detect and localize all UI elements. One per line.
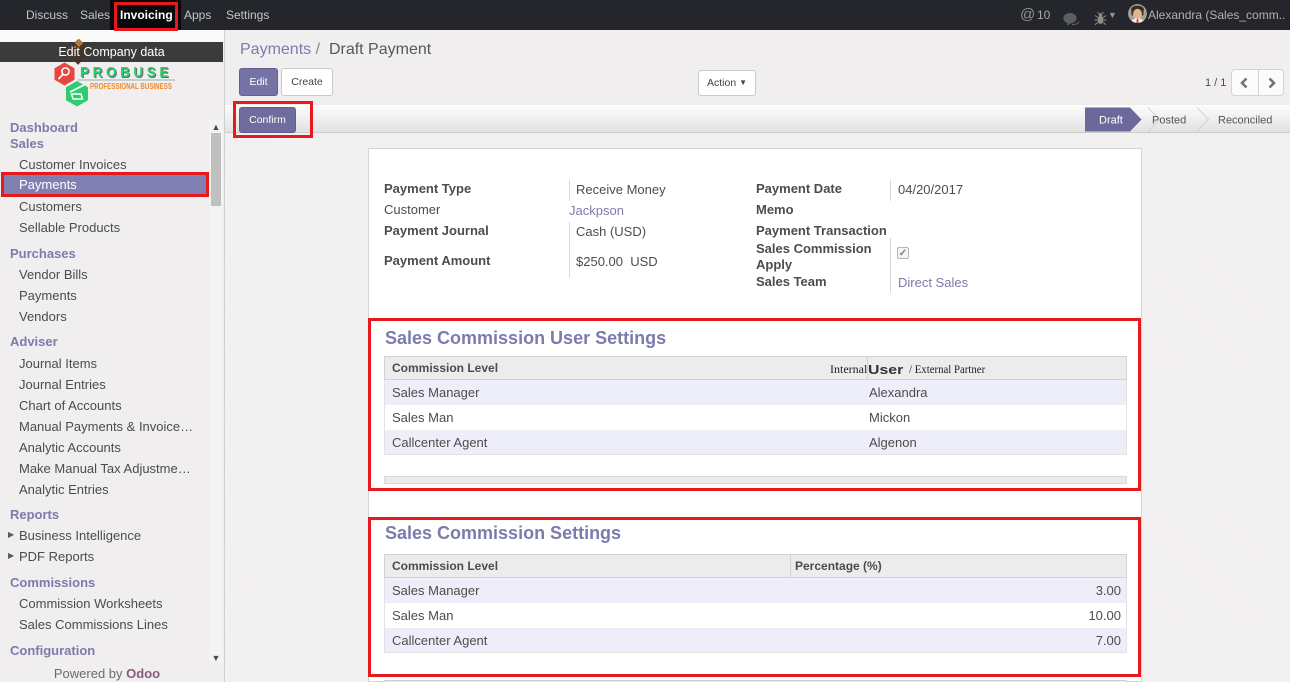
svg-text:Posted: Posted [1152, 115, 1186, 127]
svg-text:Reconciled: Reconciled [1218, 115, 1272, 127]
svg-text:PROFESSIONAL BUSINESS: PROFESSIONAL BUSINESS [90, 82, 173, 91]
svg-text:Draft: Draft [1099, 115, 1123, 127]
svg-text:PROBUSE: PROBUSE [80, 64, 172, 81]
